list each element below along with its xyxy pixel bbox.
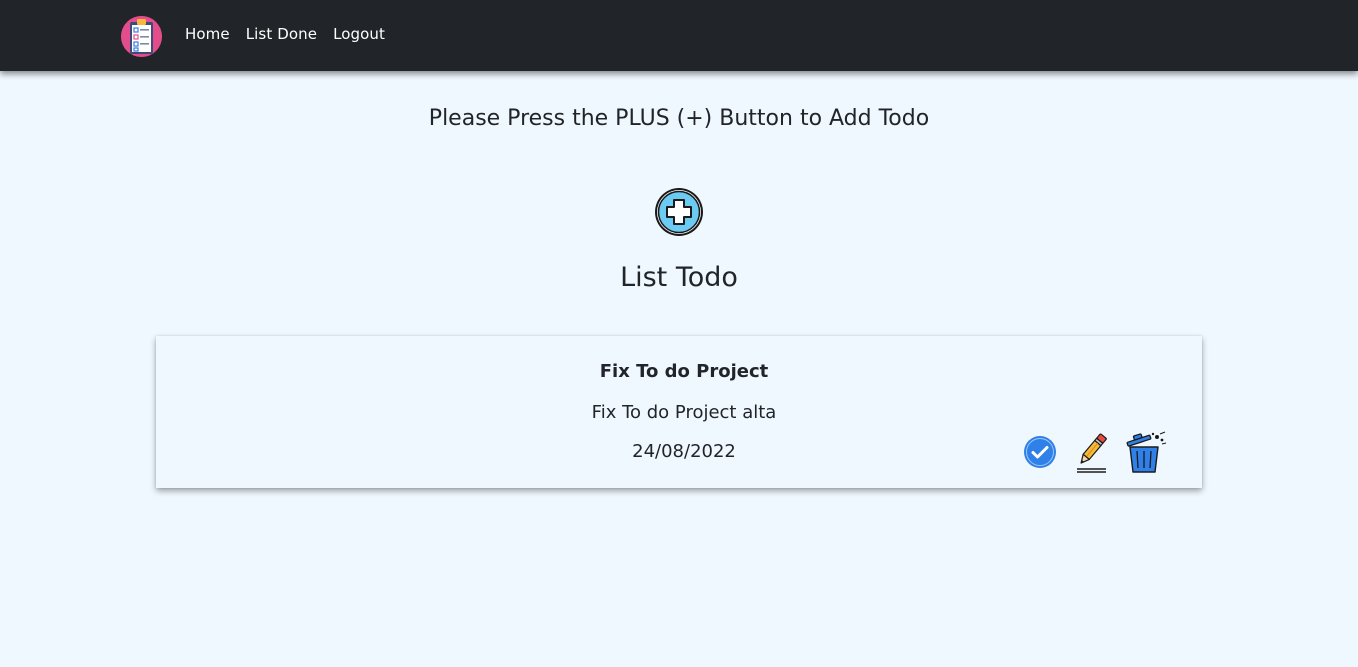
list-title: List Todo — [620, 262, 738, 293]
todo-title: Fix To do Project — [599, 361, 769, 382]
nav-logout[interactable]: Logout — [333, 24, 385, 44]
todo-description: Fix To do Project alta — [591, 402, 777, 423]
plus-circle-icon[interactable] — [654, 187, 704, 237]
nav-links: Home List Done Logout — [185, 24, 401, 44]
add-todo-instruction: Please Press the PLUS (+) Button to Add … — [428, 106, 930, 131]
trash-icon[interactable] — [1124, 431, 1168, 473]
nav-list-done[interactable]: List Done — [246, 24, 317, 44]
clipboard-checklist-icon[interactable] — [121, 16, 162, 57]
pencil-icon[interactable] — [1074, 430, 1110, 474]
todo-card: Fix To do Project Fix To do Project alta… — [156, 336, 1202, 488]
check-circle-icon[interactable] — [1023, 435, 1057, 469]
nav-home[interactable]: Home — [185, 24, 230, 44]
navbar: Home List Done Logout — [0, 0, 1358, 71]
